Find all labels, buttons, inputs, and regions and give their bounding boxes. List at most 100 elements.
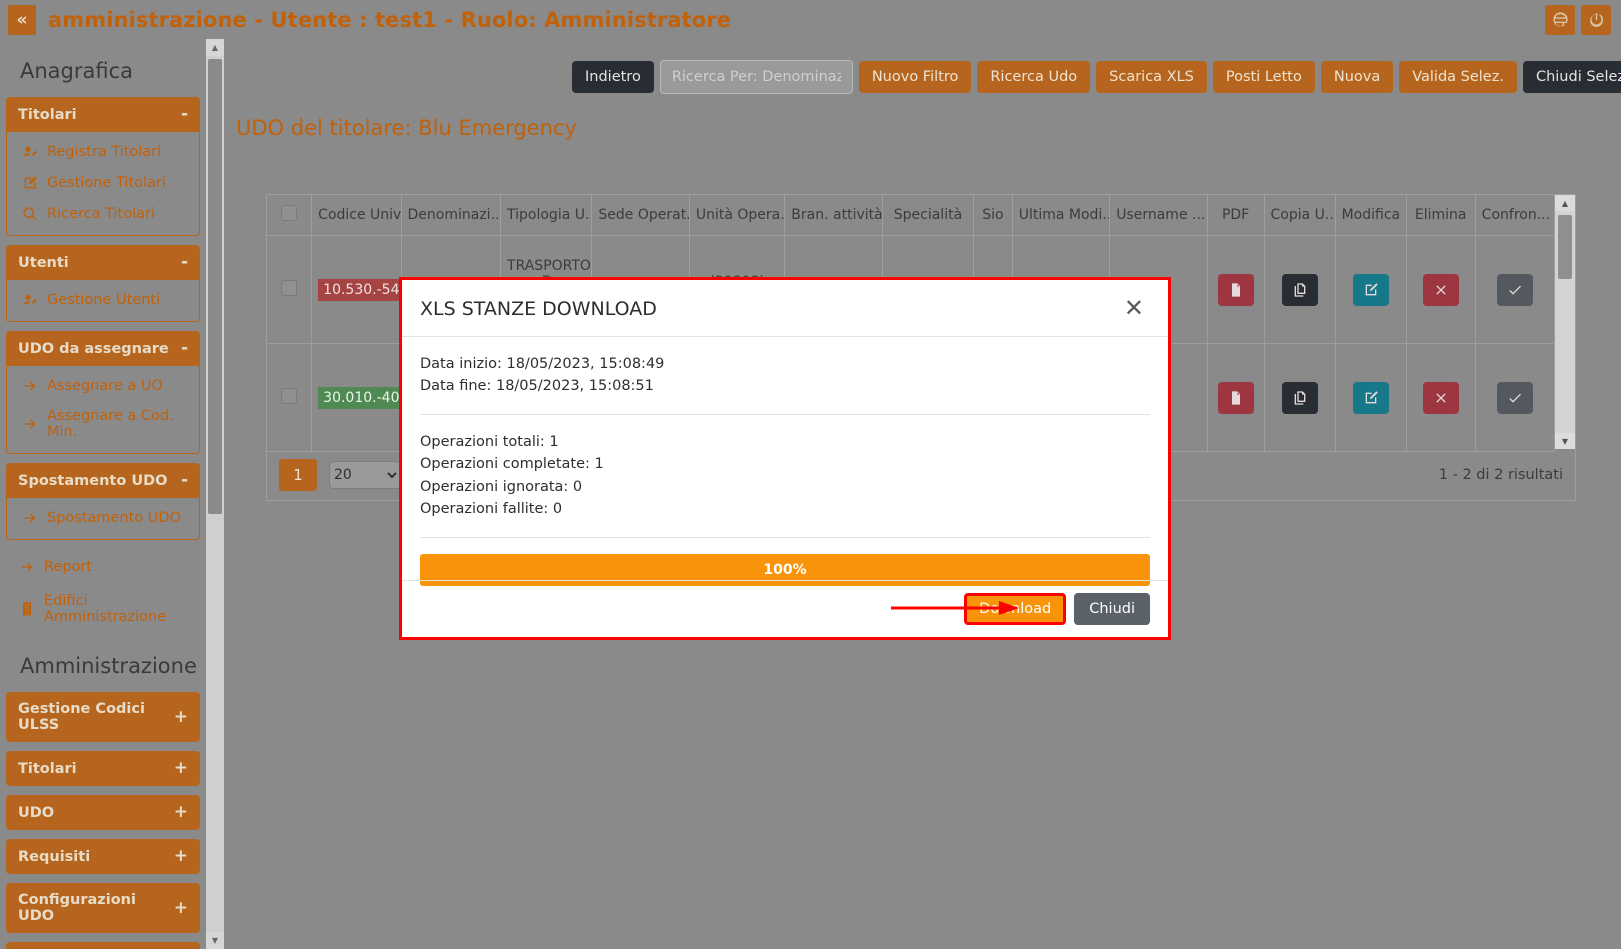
cell-copia-udo (1264, 235, 1336, 344)
arrow-right-icon (21, 377, 38, 394)
top-bar: « amministrazione - Utente : test1 - Ruo… (0, 0, 1621, 39)
edit-icon[interactable] (1352, 381, 1389, 414)
sidebar: Anagrafica Titolari - Registra Titolari … (0, 39, 206, 949)
sidebar-item-edifici-amministrazione[interactable]: Edifici Amministrazione (6, 584, 200, 634)
col-denominazione[interactable]: Denominazi... (401, 195, 502, 236)
sidebar-item-label: Report (44, 558, 93, 575)
edit-icon[interactable] (1352, 273, 1389, 306)
minus-icon: - (180, 252, 188, 272)
plus-icon: + (173, 706, 188, 727)
chiudi-selez-button[interactable]: Chiudi Selez. (1522, 60, 1621, 94)
minus-icon: - (180, 338, 188, 358)
row-checkbox[interactable] (281, 279, 298, 296)
sidebar-item-registra-titolari[interactable]: Registra Titolari (7, 136, 199, 167)
nuova-button[interactable]: Nuova (1320, 60, 1394, 94)
sidebar-group-header-generali[interactable]: Generali - (6, 942, 200, 949)
sidebar-item-label: Ricerca Titolari (47, 205, 156, 222)
plus-icon: + (173, 802, 188, 822)
globe-icon[interactable] (1545, 4, 1575, 35)
col-branca-attivita[interactable]: Bran. attività... (784, 195, 883, 236)
topbar-actions (1545, 4, 1621, 35)
sidebar-group-header-configurazioni-udo[interactable]: Configurazioni UDO + (6, 883, 200, 933)
sidebar-item-report[interactable]: Report (6, 549, 200, 584)
sidebar-group-header-titolari-admin[interactable]: Titolari + (6, 751, 200, 786)
col-modifica: Modifica (1335, 195, 1407, 236)
sidebar-group-body-utenti: Gestione Utenti (6, 280, 200, 322)
minus-icon: - (180, 470, 188, 490)
col-unita-operativa[interactable]: Unità Opera... (689, 195, 786, 236)
sidebar-group-label: Spostamento UDO (18, 472, 168, 489)
valida-selez-button[interactable]: Valida Selez. (1399, 60, 1517, 94)
col-username[interactable]: Username ... (1109, 195, 1208, 236)
sidebar-group-header-udo-da-assegnare[interactable]: UDO da assegnare - (6, 331, 200, 366)
delete-icon[interactable] (1422, 381, 1459, 414)
sidebar-item-gestione-utenti[interactable]: Gestione Utenti (7, 284, 199, 315)
sidebar-item-gestione-titolari[interactable]: Gestione Titolari (7, 167, 199, 198)
sidebar-scrollbar[interactable]: ▲ ▼ (206, 39, 224, 949)
sidebar-item-label: Gestione Utenti (47, 291, 161, 308)
copy-icon[interactable] (1281, 381, 1318, 414)
operazioni-completate-text: Operazioni completate: 1 (420, 456, 604, 473)
row-checkbox[interactable] (281, 387, 298, 404)
table-scroll-down-icon[interactable]: ▼ (1555, 433, 1575, 449)
pdf-icon[interactable] (1217, 273, 1254, 306)
sidebar-group-label: Requisiti (18, 848, 91, 865)
page-number-1[interactable]: 1 (279, 458, 317, 491)
scroll-down-icon[interactable]: ▼ (206, 932, 224, 949)
operazioni-totali-text: Operazioni totali: 1 (420, 433, 559, 450)
sidebar-group-header-titolari[interactable]: Titolari - (6, 97, 200, 132)
sidebar-group-body-titolari: Registra Titolari Gestione Titolari Rice… (6, 132, 200, 236)
scroll-up-icon[interactable]: ▲ (206, 39, 224, 56)
col-tipologia[interactable]: Tipologia U... (500, 195, 593, 236)
cell-elimina (1406, 235, 1476, 344)
col-ultima-modifica[interactable]: Ultima Modi... (1012, 195, 1111, 236)
cell-codice-univ: 30.010.-40874 (311, 343, 432, 452)
sidebar-group-header-udo-admin[interactable]: UDO + (6, 795, 200, 830)
sidebar-item-label: Edifici Amministrazione (44, 593, 167, 625)
arrow-right-icon (21, 509, 38, 526)
col-codice-univ[interactable]: Codice Univ... (311, 195, 402, 236)
check-icon[interactable] (1496, 273, 1533, 306)
chiudi-button[interactable]: Chiudi (1074, 593, 1150, 625)
sidebar-item-label: Assegnare a UO (47, 377, 163, 394)
delete-icon[interactable] (1422, 273, 1459, 306)
sidebar-scrollbar-thumb[interactable] (208, 59, 222, 514)
sidebar-item-ricerca-titolari[interactable]: Ricerca Titolari (7, 198, 199, 229)
table-scroll-up-icon[interactable]: ▲ (1555, 195, 1575, 211)
copy-icon[interactable] (1281, 273, 1318, 306)
search-input[interactable] (659, 60, 853, 94)
select-all-checkbox[interactable] (281, 205, 298, 221)
sidebar-group-body-udo-da-assegnare: Assegnare a UO Assegnare a Cod. Min. (6, 366, 200, 454)
scarica-xls-button[interactable]: Scarica XLS (1096, 60, 1207, 94)
table-scrollbar-thumb[interactable] (1558, 215, 1572, 279)
cell-copia-udo (1264, 343, 1336, 452)
sidebar-group-header-utenti[interactable]: Utenti - (6, 245, 200, 280)
minus-icon: - (180, 104, 188, 124)
sidebar-group-gestione-codici-ulss: Gestione Codici ULSS + (6, 692, 200, 742)
col-sede-operativa[interactable]: Sede Operat... (591, 195, 690, 236)
sidebar-group-header-requisiti[interactable]: Requisiti + (6, 839, 200, 874)
sidebar-group-header-gestione-codici-ulss[interactable]: Gestione Codici ULSS + (6, 692, 200, 742)
sidebar-item-spostamento-udo[interactable]: Spostamento UDO (7, 502, 199, 533)
ricerca-udo-button[interactable]: Ricerca Udo (977, 60, 1091, 94)
arrow-right-icon (21, 416, 38, 433)
table-scrollbar[interactable]: ▲ ▼ (1555, 195, 1575, 449)
col-specialita[interactable]: Specialità (882, 195, 975, 236)
check-icon[interactable] (1496, 381, 1533, 414)
posti-letto-button[interactable]: Posti Letto (1212, 60, 1315, 94)
sidebar-collapse-icon[interactable]: « (8, 4, 36, 35)
sidebar-group-header-spostamento-udo[interactable]: Spostamento UDO - (6, 463, 200, 498)
sidebar-group-titolari: Titolari - Registra Titolari Gestione Ti… (6, 97, 200, 236)
cell-confronta (1475, 343, 1556, 452)
sidebar-group-label: Gestione Codici ULSS (18, 701, 145, 733)
power-icon[interactable] (1581, 4, 1611, 35)
nuovo-filtro-button[interactable]: Nuovo Filtro (858, 60, 972, 94)
cell-pdf (1207, 235, 1265, 344)
indietro-button[interactable]: Indietro (572, 60, 654, 94)
close-icon[interactable]: ✕ (1124, 296, 1144, 320)
pdf-icon[interactable] (1217, 381, 1254, 414)
sidebar-item-assegnare-a-uo[interactable]: Assegnare a UO (7, 370, 199, 401)
col-sio[interactable]: Sio (973, 195, 1013, 236)
sidebar-item-assegnare-a-cod-min[interactable]: Assegnare a Cod. Min. (7, 401, 199, 447)
page-size-select[interactable]: 20 (329, 460, 401, 489)
